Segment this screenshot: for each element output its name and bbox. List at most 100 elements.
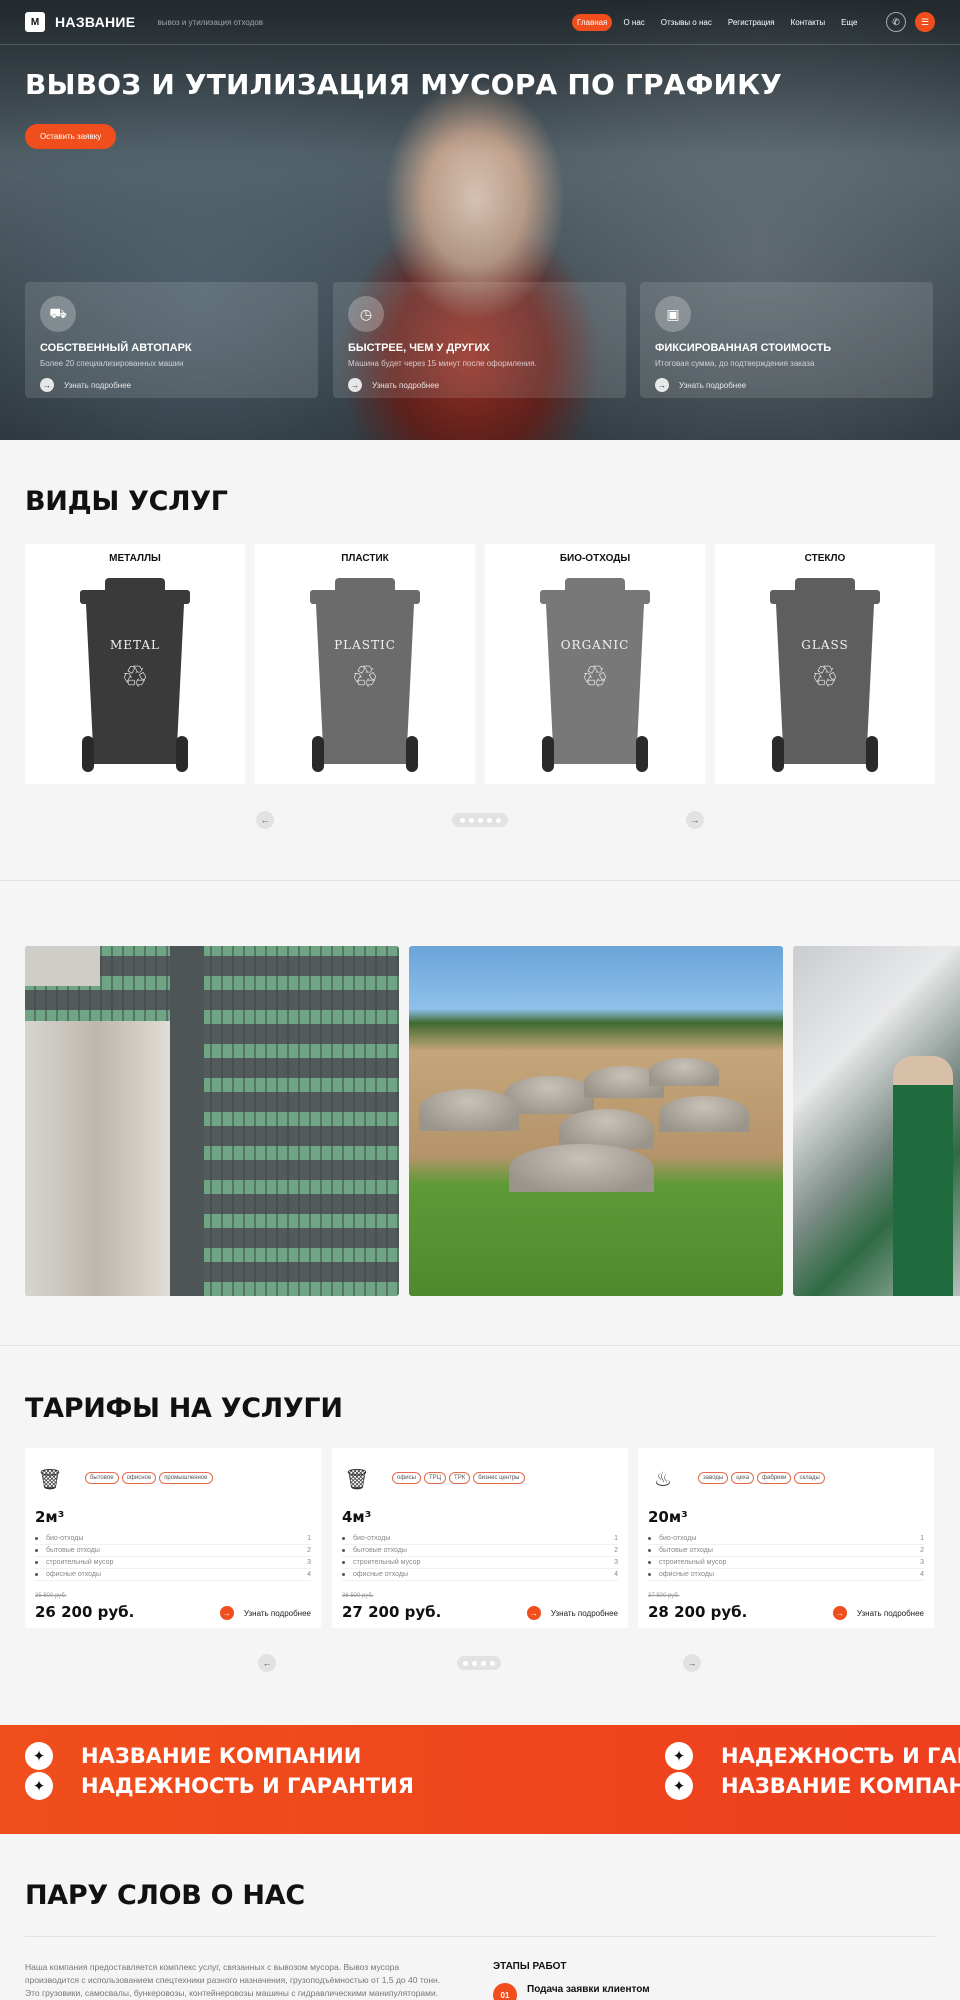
tariff-tag[interactable]: бытовое [85, 1472, 119, 1484]
nav-item-reviews[interactable]: Отзывы о нас [656, 14, 717, 31]
tariff-tag[interactable]: офисы [392, 1472, 421, 1484]
wheel [866, 736, 878, 772]
old-price: 35 500 руб. [35, 1593, 67, 1599]
feature-more-link[interactable]: → Узнать подробнее [348, 378, 611, 392]
feature-more-link[interactable]: → Узнать подробнее [655, 378, 918, 392]
tariff-row-count: 1 [307, 1535, 311, 1542]
nav-item-register[interactable]: Регистрация [723, 14, 780, 31]
tariff-row-count: 2 [920, 1547, 924, 1554]
tariff-tags: заводы цеха фабрики склады [698, 1472, 825, 1484]
carousel-dot[interactable] [495, 817, 501, 823]
tariff-tag[interactable]: бизнес центры [473, 1472, 525, 1484]
service-card[interactable]: СТЕКЛО GLASS ♲ [715, 544, 935, 784]
tariff-more-link[interactable]: → Узнать подробнее [219, 1606, 311, 1620]
tariff-row: строительный мусор 3 [342, 1557, 618, 1569]
old-price: 37 500 руб. [648, 1593, 680, 1599]
service-card[interactable]: ПЛАСТИК PLASTIC ♲ [255, 544, 475, 784]
carousel-dot[interactable] [481, 1660, 486, 1666]
tariff-tag[interactable]: цеха [731, 1472, 755, 1484]
recycle-icon: ♲ [351, 661, 379, 694]
tariff-tag[interactable]: склады [794, 1472, 825, 1484]
tariff-row: строительный мусор 3 [648, 1557, 924, 1569]
nav-item-more[interactable]: Еще [836, 14, 862, 31]
tariff-row: бытовые отходы 2 [648, 1545, 924, 1557]
bin-word: PLASTIC [334, 638, 396, 652]
tariff-volume: 20м³ [648, 1508, 688, 1526]
trash-bin-icon: 🗑 [37, 1468, 63, 1491]
marquee-row: ✦ НАДЕЖНОСТЬ И ГАРАНТИЯ [665, 1742, 960, 1770]
carousel-dot[interactable] [486, 817, 492, 823]
photo-detail [170, 946, 204, 1296]
tariff-more-link[interactable]: → Узнать подробнее [832, 1606, 924, 1620]
service-label: ПЛАСТИК [341, 553, 389, 564]
photo-detail [419, 1089, 519, 1131]
feature-more-link[interactable]: → Узнать подробнее [40, 378, 303, 392]
tariff-more-label: Узнать подробнее [856, 1608, 924, 1618]
price: 27 200 руб. [342, 1603, 442, 1621]
request-button[interactable]: Оставить заявку [25, 124, 117, 149]
tariff-row-count: 1 [614, 1535, 618, 1542]
sparkle-icon: ✦ [665, 1742, 693, 1770]
hero-section: M НАЗВАНИЕ вывоз и утилизация отходов Гл… [0, 0, 960, 440]
tariff-more-link[interactable]: → Узнать подробнее [526, 1606, 618, 1620]
tariff-tag[interactable]: заводы [698, 1472, 729, 1484]
service-card[interactable]: МЕТАЛЛЫ METAL ♲ [25, 544, 245, 784]
nav-item-about[interactable]: О нас [618, 14, 649, 31]
phone-icon[interactable]: ✆ [886, 12, 906, 32]
carousel-dot[interactable] [463, 1660, 468, 1666]
feature-card: ▣ ФИКСИРОВАННАЯ СТОИМОСТЬ Итоговая сумма… [640, 282, 933, 398]
wheel [772, 736, 784, 772]
tariff-row-label: био-отходы [342, 1535, 390, 1542]
arrow-right-icon: → [40, 378, 54, 392]
carousel-dot[interactable] [490, 1660, 495, 1666]
menu-icon[interactable]: ☰ [915, 12, 935, 32]
prev-arrow-icon[interactable]: ← [258, 1654, 276, 1672]
logo-icon[interactable]: M [25, 12, 45, 32]
divider [25, 1936, 935, 1937]
tariff-list: био-отходы 1 бытовые отходы 2 строительный м… [35, 1533, 311, 1581]
tariff-row-label: офисные отходы [342, 1571, 408, 1578]
feature-title: СОБСТВЕННЫЙ АВТОПАРК [40, 342, 192, 354]
tariff-tag[interactable]: ТРК [449, 1472, 471, 1484]
marquee-banner: ✦ НАЗВАНИЕ КОМПАНИИ ✦ НАДЕЖНОСТЬ И ГАРАН… [0, 1725, 960, 1834]
tariff-row: бытовые отходы 2 [35, 1545, 311, 1557]
prev-arrow-icon[interactable]: ← [256, 811, 274, 829]
feature-more-label: Узнать подробнее [679, 380, 747, 390]
carousel-dot[interactable] [472, 1660, 477, 1666]
photo-detail [25, 1021, 170, 1296]
carousel-dot[interactable] [468, 817, 474, 823]
main-nav: Главная О нас Отзывы о нас Регистрация К… [572, 14, 862, 31]
services-title: ВИДЫ УСЛУГ [25, 486, 228, 517]
nav-item-contacts[interactable]: Контакты [786, 14, 831, 31]
recycle-icon: ♲ [811, 661, 839, 694]
tariff-row-count: 3 [614, 1559, 618, 1566]
logo-text[interactable]: НАЗВАНИЕ [55, 14, 135, 30]
wheel [82, 736, 94, 772]
trash-bin-icon: ORGANIC ♲ [540, 578, 650, 778]
tariff-more-label: Узнать подробнее [550, 1608, 618, 1618]
tariff-card: 🗑 бытовое офисное промышленное 2м³ био-отходы… [25, 1448, 321, 1628]
service-label: СТЕКЛО [804, 553, 846, 564]
arrow-right-icon: → [832, 1606, 847, 1620]
step-label: Подача заявки клиентом [527, 1983, 650, 1995]
tariff-tag[interactable]: офисное [121, 1472, 157, 1484]
photo-detail [25, 946, 100, 986]
tariff-row-label: бытовые отходы [648, 1547, 713, 1554]
tariff-card: 🗑 офисы ТРЦ ТРК бизнес центры 4м³ био-отходы 1 б… [332, 1448, 628, 1628]
tariff-tag[interactable]: фабрики [757, 1472, 792, 1484]
carousel-dot[interactable] [477, 817, 483, 823]
service-card[interactable]: БИО-ОТХОДЫ ORGANIC ♲ [485, 544, 705, 784]
next-arrow-icon[interactable]: → [683, 1654, 701, 1672]
tariff-row-label: строительный мусор [342, 1559, 420, 1566]
tariff-row-count: 4 [920, 1571, 924, 1578]
carousel-dot[interactable] [459, 817, 465, 823]
tariff-tag[interactable]: промышленное [159, 1472, 213, 1484]
next-arrow-icon[interactable]: → [686, 811, 704, 829]
tariff-row-count: 4 [614, 1571, 618, 1578]
nav-item-home[interactable]: Главная [572, 14, 613, 31]
arrow-right-icon: → [655, 378, 669, 392]
photo-detail [893, 1056, 953, 1296]
trash-bin-icon: METAL ♲ [80, 578, 190, 778]
wheel [312, 736, 324, 772]
tariff-tag[interactable]: ТРЦ [423, 1472, 447, 1484]
